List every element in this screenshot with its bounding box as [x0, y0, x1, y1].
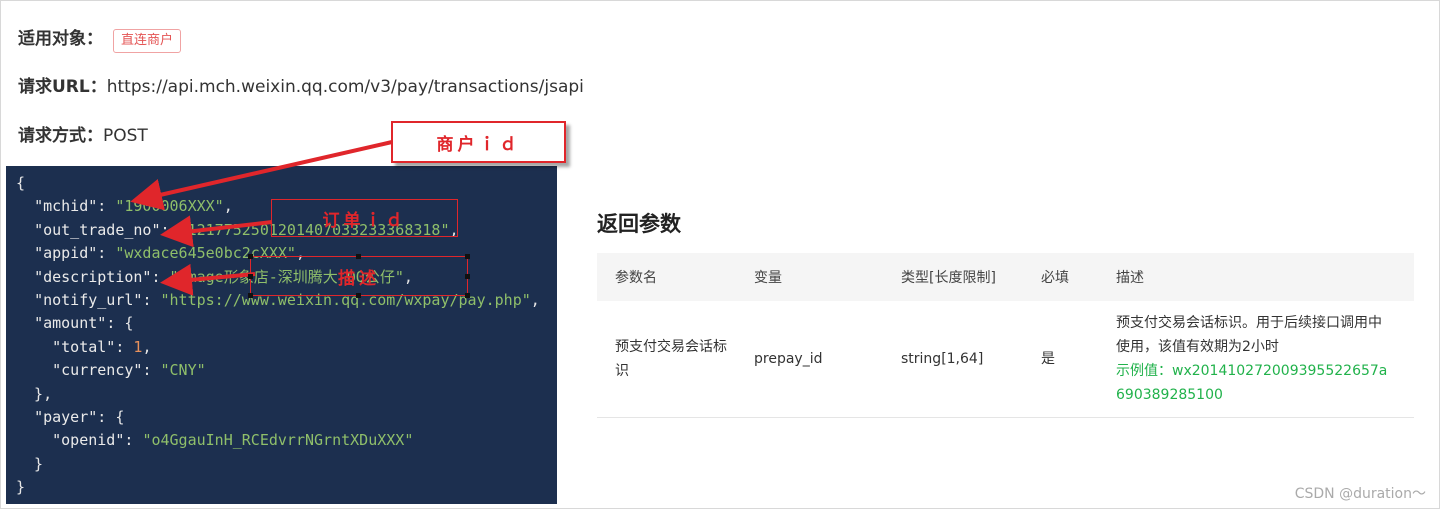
response-params-table: 参数名 变量 类型[长度限制] 必填 描述 预支付交易会话标识 prepay_i… — [597, 253, 1414, 418]
param-description-cell: 预支付交易会话标识。用于后续接口调用中使用，该值有效期为2小时 示例值：wx20… — [1098, 301, 1414, 418]
selection-handle[interactable] — [248, 293, 253, 298]
selection-handle[interactable] — [465, 254, 470, 259]
col-header-type: 类型[长度限制] — [883, 253, 1023, 301]
col-header-description: 描述 — [1098, 253, 1414, 301]
selection-handle[interactable] — [356, 293, 361, 298]
selection-handle[interactable] — [465, 293, 470, 298]
selection-handle[interactable] — [248, 254, 253, 259]
table-header-row: 参数名 变量 类型[长度限制] 必填 描述 — [597, 253, 1414, 301]
param-name: 预支付交易会话标识 — [597, 301, 736, 418]
col-header-required: 必填 — [1023, 253, 1098, 301]
selection-handle[interactable] — [248, 274, 253, 279]
csdn-watermark: CSDN @duration～ — [1294, 486, 1426, 502]
col-header-variable: 变量 — [736, 253, 883, 301]
merchant-id-arrow — [130, 140, 393, 211]
param-description: 预支付交易会话标识。用于后续接口调用中使用，该值有效期为2小时 — [1116, 315, 1382, 355]
description-callout: 描述 — [250, 256, 468, 296]
selection-handle[interactable] — [465, 274, 470, 279]
order-id-callout: 订单ｉｄ — [271, 199, 458, 237]
param-type: string[1,64] — [883, 301, 1023, 418]
table-row: 预支付交易会话标识 prepay_id string[1,64] 是 预支付交易… — [597, 301, 1414, 418]
col-header-name: 参数名 — [597, 253, 736, 301]
merchant-id-callout: 商户ｉｄ — [391, 121, 566, 163]
response-section-title: 返回参数 — [597, 212, 681, 236]
param-example: 示例值：wx201410272009395522657a690389285100 — [1116, 363, 1388, 403]
description-arrow — [160, 263, 256, 296]
param-required: 是 — [1023, 301, 1098, 418]
selection-handle[interactable] — [356, 254, 361, 259]
order-id-arrow — [160, 215, 273, 248]
param-variable: prepay_id — [736, 301, 883, 418]
